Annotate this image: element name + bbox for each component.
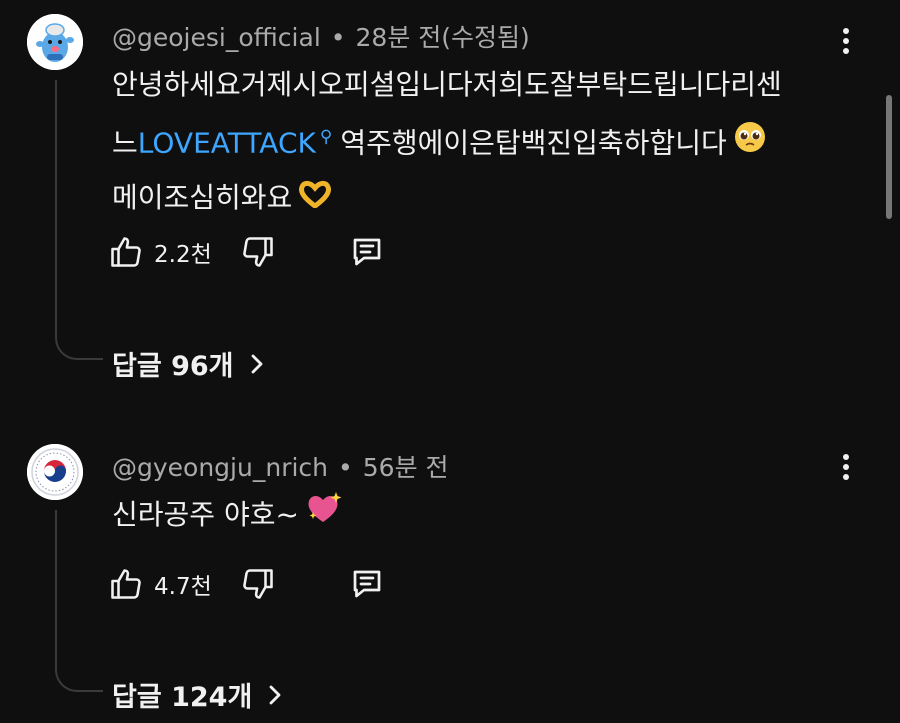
view-replies-button[interactable]: 답글 96개: [112, 344, 264, 383]
comment-author[interactable]: @geojesi_official: [112, 23, 321, 52]
hashtag-link[interactable]: LOVEATTACK: [138, 126, 316, 159]
comment-actions: 2.2천: [108, 232, 386, 272]
comment-header: @gyeongju_nrich • 56분 전: [112, 448, 449, 484]
sparkling-heart-emoji: [305, 490, 343, 543]
more-options-icon[interactable]: [836, 28, 856, 62]
thumbs-up-icon[interactable]: [108, 566, 144, 602]
scrollbar-thumb[interactable]: [886, 95, 892, 219]
heart-hands-emoji: [298, 172, 332, 225]
reply-comment-icon[interactable]: [348, 234, 386, 270]
comment-item: @geojesi_official • 28분 전(수정됨) 안녕하세요거제시오피셜…: [0, 0, 900, 400]
replies-label: 답글 96개: [112, 351, 234, 382]
comment-text-line: 느LOVEATTACK ⚲ 역주행에이은탑백진입축하합니다: [112, 111, 832, 171]
comment-text-fragment: 역주행에이은탑백진입축하합니다: [340, 126, 727, 160]
comment-text-fragment: 느: [112, 126, 138, 160]
comment-time: 28분 전(수정됨): [355, 23, 530, 52]
thumbs-down-icon[interactable]: [240, 234, 276, 270]
thumbs-up-icon[interactable]: [108, 234, 144, 270]
pleading-face-emoji: [733, 118, 767, 171]
chevron-right-icon: [251, 354, 262, 373]
comment-text-line: 안녕하세요거제시오피셜입니다저희도잘부탁드립니다리센: [112, 68, 782, 101]
reply-comment-icon[interactable]: [348, 566, 386, 602]
mascot-avatar-icon[interactable]: [27, 14, 83, 70]
comment-header: @geojesi_official • 28분 전(수정됨): [112, 18, 530, 54]
like-count: 2.2천: [154, 242, 212, 268]
comment-time: 56분 전: [362, 453, 449, 482]
reply-thread-line: [55, 80, 103, 360]
comment-text: 신라공주 야호~: [112, 488, 832, 543]
more-options-icon[interactable]: [836, 454, 856, 488]
comments-page: @geojesi_official • 28분 전(수정됨) 안녕하세요거제시오피셜…: [0, 0, 900, 723]
comment-author[interactable]: @gyeongju_nrich: [112, 453, 328, 482]
chevron-right-icon: [269, 685, 281, 704]
government-emblem-avatar-icon[interactable]: [27, 444, 83, 500]
separator-dot: •: [330, 23, 346, 52]
reply-thread-line: [55, 510, 103, 692]
like-count: 4.7천: [154, 574, 212, 600]
comment-text-fragment: 신라공주 야호~: [112, 498, 299, 531]
thumbs-down-icon[interactable]: [240, 566, 276, 602]
comment-item: @gyeongju_nrich • 56분 전 신라공주 야호~ 4.7천 답글…: [0, 430, 900, 723]
separator-dot: •: [338, 453, 353, 482]
comment-text-fragment: 메이조심히와요: [112, 180, 293, 214]
comment-text-line: 메이조심히와요: [112, 171, 832, 226]
view-replies-button[interactable]: 답글 124개: [112, 675, 282, 714]
comment-text: 안녕하세요거제시오피셜입니다저희도잘부탁드립니다리센 느LOVEATTACK ⚲ 역…: [112, 58, 832, 225]
search-icon: ⚲: [319, 127, 333, 147]
comment-actions: 4.7천: [108, 564, 386, 604]
comment-text-line: 신라공주 야호~: [112, 488, 832, 543]
replies-label: 답글 124개: [112, 682, 253, 713]
